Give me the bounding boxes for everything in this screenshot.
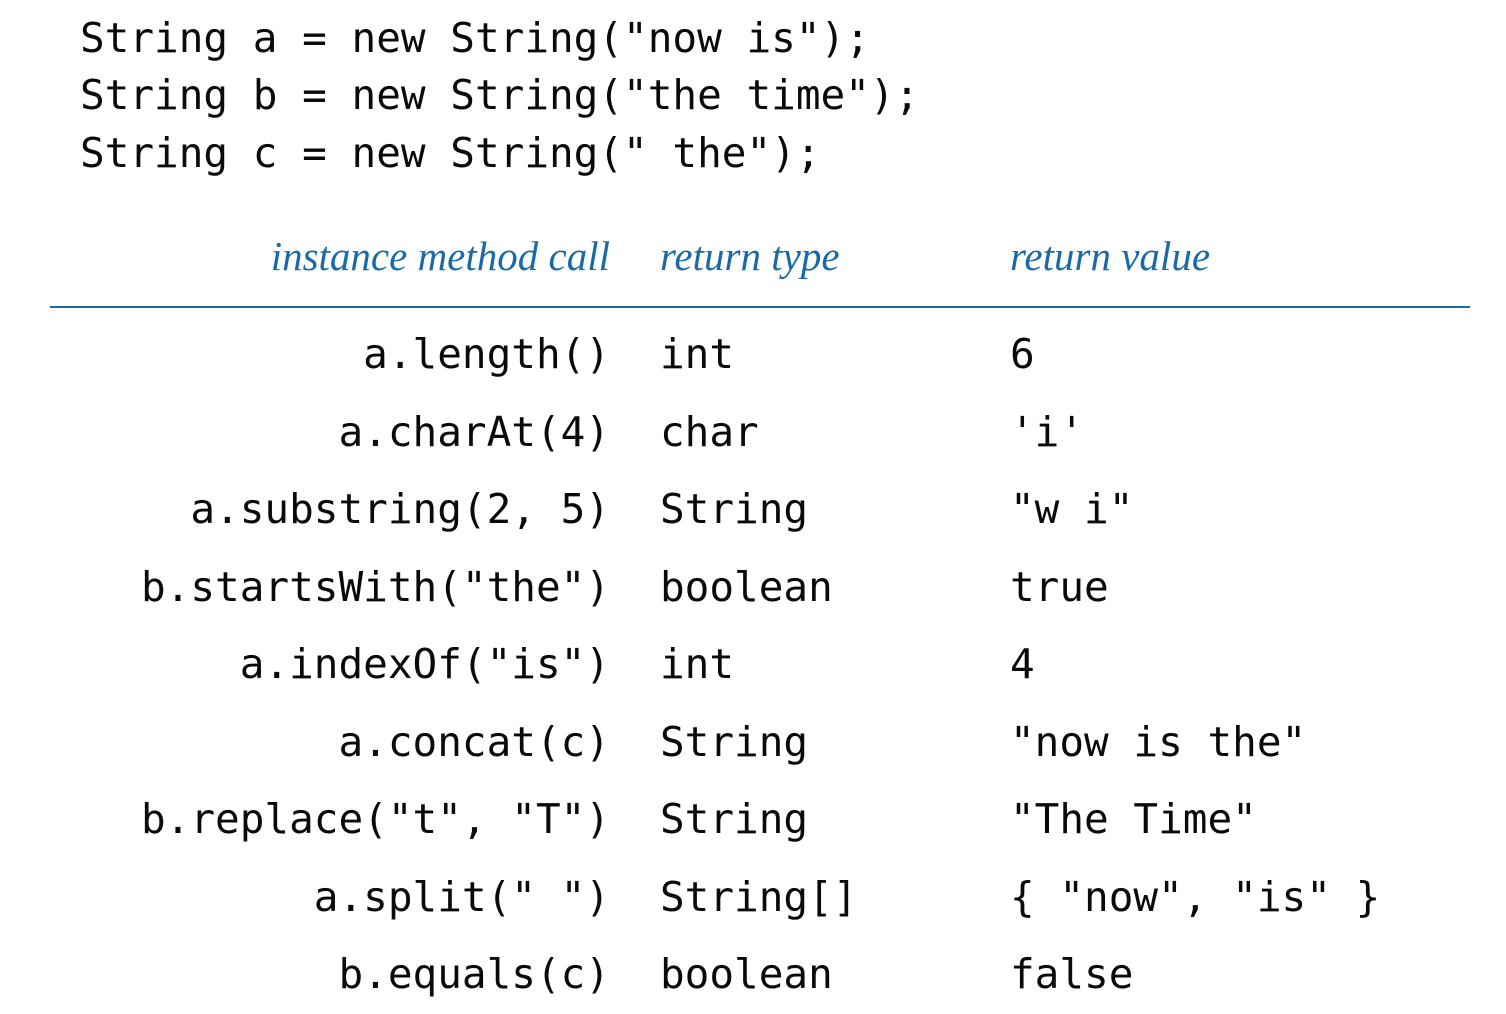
table-row: b.equals(c) boolean false — [30, 936, 1490, 1014]
cell-call: a.substring(2, 5) — [30, 471, 640, 549]
cell-type: boolean — [640, 549, 990, 627]
table-row: a.split(" ") String[] { "now", "is" } — [30, 859, 1490, 937]
header-return-type: return type — [640, 222, 990, 298]
cell-call: a.charAt(4) — [30, 394, 640, 472]
cell-call: a.length() — [30, 316, 640, 394]
cell-type: String — [640, 781, 990, 859]
cell-value: 4 — [990, 626, 1490, 704]
cell-value: "The Time" — [990, 781, 1490, 859]
header-instance-method-call: instance method call — [30, 222, 640, 298]
table-row: a.length() int 6 — [30, 316, 1490, 394]
cell-type: String[] — [640, 859, 990, 937]
cell-type: int — [640, 626, 990, 704]
header-return-value: return value — [990, 222, 1490, 298]
table-row: a.substring(2, 5) String "w i" — [30, 471, 1490, 549]
cell-value: true — [990, 549, 1490, 627]
cell-value: 6 — [990, 316, 1490, 394]
cell-value: "now is the" — [990, 704, 1490, 782]
cell-call: b.equals(c) — [30, 936, 640, 1014]
cell-type: String — [640, 471, 990, 549]
cell-type: String — [640, 704, 990, 782]
table-row: a.concat(c) String "now is the" — [30, 704, 1490, 782]
table-row: a.indexOf("is") int 4 — [30, 626, 1490, 704]
table-header-row: instance method call return type return … — [30, 222, 1490, 298]
cell-value: false — [990, 936, 1490, 1014]
code-line: String b = new String("the time"); — [80, 67, 1486, 124]
cell-call: a.split(" ") — [30, 859, 640, 937]
cell-value: "w i" — [990, 471, 1490, 549]
code-block: String a = new String("now is"); String … — [80, 10, 1486, 182]
cell-call: b.startsWith("the") — [30, 549, 640, 627]
methods-table: instance method call return type return … — [30, 222, 1490, 1014]
table-row: a.charAt(4) char 'i' — [30, 394, 1490, 472]
cell-call: b.replace("t", "T") — [30, 781, 640, 859]
cell-call: a.indexOf("is") — [30, 626, 640, 704]
cell-value: { "now", "is" } — [990, 859, 1490, 937]
header-divider — [30, 298, 1490, 316]
cell-type: int — [640, 316, 990, 394]
cell-value: 'i' — [990, 394, 1490, 472]
table-row: b.startsWith("the") boolean true — [30, 549, 1490, 627]
cell-type: char — [640, 394, 990, 472]
cell-type: boolean — [640, 936, 990, 1014]
cell-call: a.concat(c) — [30, 704, 640, 782]
code-line: String c = new String(" the"); — [80, 125, 1486, 182]
code-line: String a = new String("now is"); — [80, 10, 1486, 67]
table-row: b.replace("t", "T") String "The Time" — [30, 781, 1490, 859]
divider-line — [50, 306, 1470, 308]
